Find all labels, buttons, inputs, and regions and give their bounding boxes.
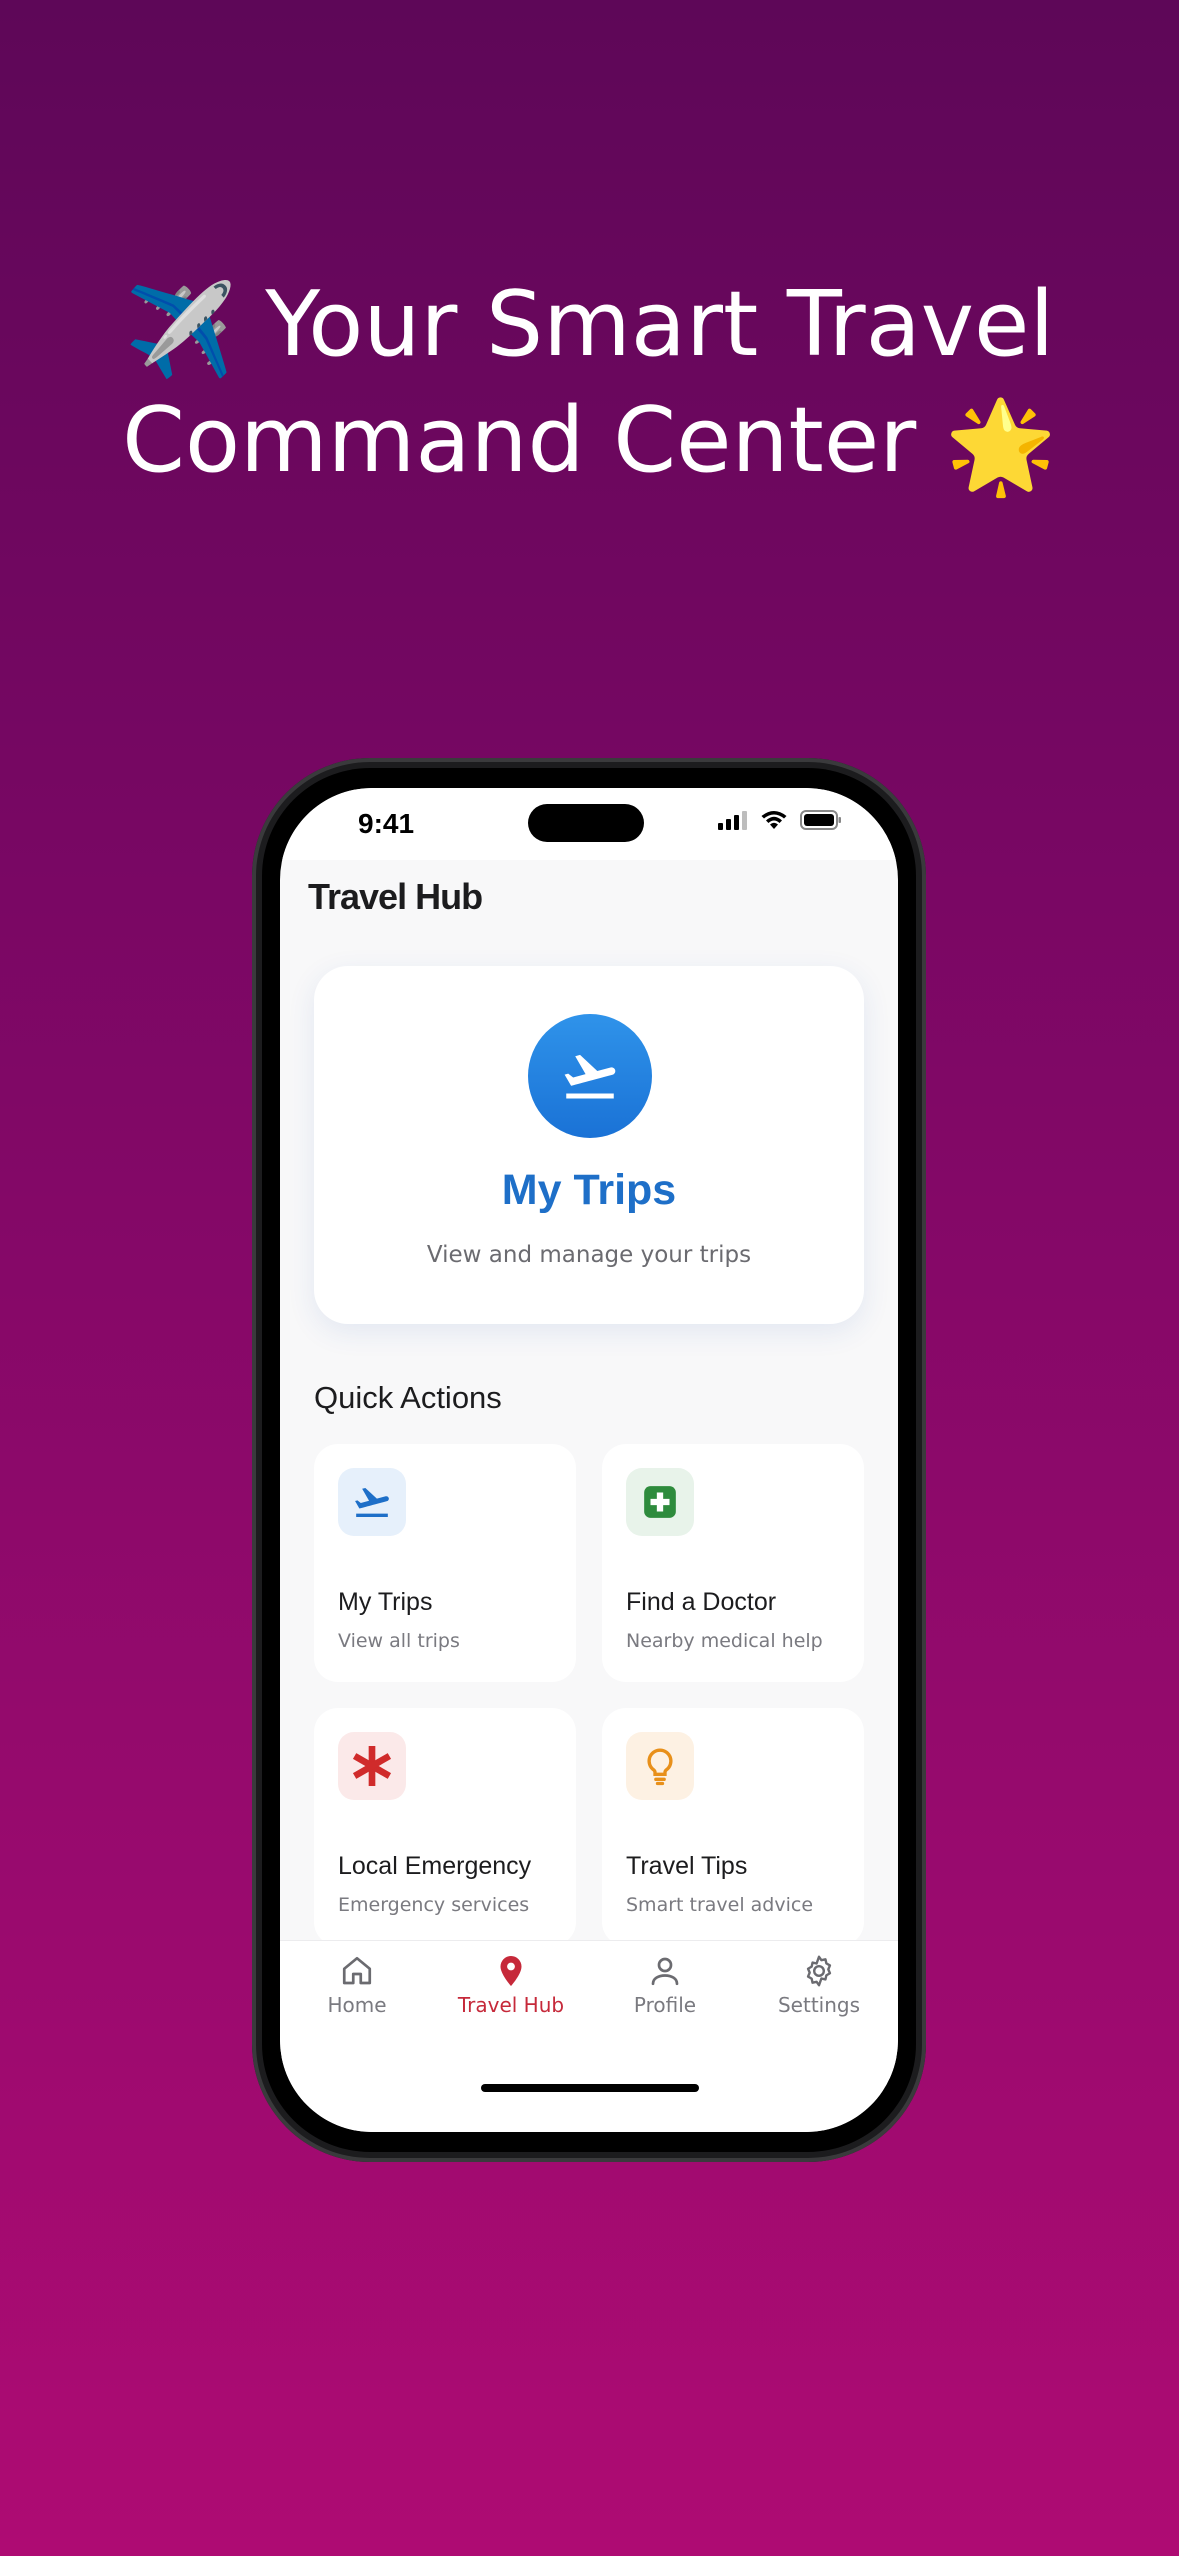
- cellular-signal-icon: [718, 811, 747, 830]
- headline-line-2: Command Center 🌟: [0, 386, 1179, 502]
- tile-icon-bg: [338, 1732, 406, 1800]
- app-title: Travel Hub: [308, 876, 483, 917]
- hero-subtitle: View and manage your trips: [426, 1242, 752, 1268]
- quick-action-travel-tips[interactable]: Travel Tips Smart travel advice: [602, 1708, 864, 1946]
- tile-subtitle: Nearby medical help: [626, 1630, 823, 1652]
- tab-bar: Home Travel Hub Profile Settings: [280, 1940, 898, 2132]
- tab-settings[interactable]: Settings: [742, 1951, 896, 2017]
- headline-text-1: Your Smart Travel: [265, 272, 1055, 377]
- tile-subtitle: View all trips: [338, 1630, 460, 1652]
- tile-subtitle: Emergency services: [338, 1894, 530, 1916]
- quick-action-local-emergency[interactable]: Local Emergency Emergency services: [314, 1708, 576, 1946]
- tile-title: Find a Doctor: [626, 1588, 777, 1616]
- star-emoji-icon: 🌟: [944, 394, 1057, 499]
- status-icons: [718, 810, 842, 830]
- medical-cross-icon: [644, 1486, 676, 1518]
- tile-subtitle: Smart travel advice: [626, 1894, 814, 1916]
- hero-title: My Trips: [501, 1166, 677, 1214]
- my-trips-hero-card[interactable]: My Trips View and manage your trips: [314, 966, 864, 1324]
- tile-title: Travel Tips: [626, 1852, 748, 1880]
- tile-icon-bg: [626, 1468, 694, 1536]
- battery-icon: [800, 810, 841, 830]
- home-icon: [342, 1956, 372, 1985]
- tile-icon-bg: [338, 1468, 406, 1536]
- tab-travel-hub[interactable]: Travel Hub: [434, 1951, 588, 2017]
- phone-screen: 9:41 Travel Hub My Trips View and manage…: [280, 788, 898, 2132]
- tab-label: Profile: [633, 1993, 697, 2017]
- status-time: 9:41: [358, 808, 415, 839]
- status-bar: 9:41: [280, 788, 898, 860]
- airplane-departure-icon: [564, 1054, 616, 1099]
- tile-title: Local Emergency: [338, 1852, 532, 1880]
- dynamic-island: [528, 804, 644, 842]
- headline-text-2: Command Center: [122, 388, 917, 493]
- tile-icon-bg: [626, 1732, 694, 1800]
- hero-icon-circle: [528, 1014, 652, 1138]
- tab-home[interactable]: Home: [280, 1951, 434, 2017]
- gear-icon: [806, 1955, 832, 1987]
- quick-action-my-trips[interactable]: My Trips View all trips: [314, 1444, 576, 1682]
- airplane-emoji-icon: ✈️: [124, 278, 237, 383]
- map-pin-icon: [500, 1956, 522, 1986]
- quick-actions-title: Quick Actions: [314, 1380, 502, 1415]
- lightbulb-icon: [647, 1748, 673, 1786]
- headline-line-1: ✈️ Your Smart Travel: [0, 270, 1179, 386]
- person-icon: [651, 1957, 679, 1986]
- tile-title: My Trips: [338, 1588, 433, 1616]
- tab-label: Home: [327, 1993, 387, 2017]
- phone-frame: 9:41 Travel Hub My Trips View and manage…: [252, 758, 926, 2162]
- promo-headline: ✈️ Your Smart Travel Command Center 🌟: [0, 270, 1179, 502]
- wifi-icon: [761, 811, 787, 829]
- asterisk-icon: [352, 1746, 392, 1786]
- tab-label: Travel Hub: [457, 1993, 565, 2017]
- airplane-departure-icon: [355, 1487, 389, 1517]
- home-indicator[interactable]: [481, 2084, 699, 2092]
- tab-label: Settings: [777, 1993, 861, 2017]
- quick-action-find-doctor[interactable]: Find a Doctor Nearby medical help: [602, 1444, 864, 1682]
- tab-profile[interactable]: Profile: [588, 1951, 742, 2017]
